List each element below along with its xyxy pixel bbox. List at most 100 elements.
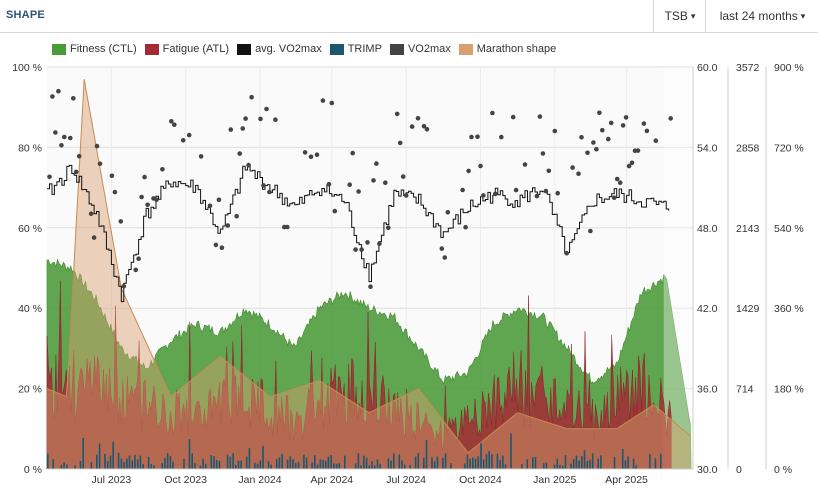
trimp-bar bbox=[218, 460, 221, 469]
vo2max-point bbox=[641, 121, 647, 126]
trimp-bar bbox=[324, 460, 327, 469]
trimp-bar bbox=[183, 458, 185, 469]
y-tick-label-trimp: 2143 bbox=[736, 223, 760, 235]
legend-swatch bbox=[52, 43, 66, 55]
trimp-bar bbox=[120, 458, 123, 469]
trimp-bar bbox=[472, 457, 474, 469]
vo2max-point bbox=[118, 219, 124, 224]
trimp-bar bbox=[66, 464, 68, 469]
shape-chart: 0 % 30.0 0 0 % 20 % 36.0 714 180 % 40 % 42.0 1429 3… bbox=[12, 62, 804, 486]
vo2max-point bbox=[160, 167, 165, 172]
trimp-bar bbox=[344, 455, 346, 469]
legend-label: avg. VO2max bbox=[255, 43, 322, 55]
y-tick-label-right: 540 % bbox=[774, 223, 804, 235]
vo2max-point bbox=[139, 194, 144, 200]
trimp-bar bbox=[303, 454, 305, 469]
vo2max-point bbox=[347, 182, 353, 187]
trimp-bar bbox=[240, 460, 242, 469]
trimp-bar bbox=[188, 439, 191, 469]
x-tick-label: Jul 2024 bbox=[386, 474, 426, 486]
trimp-bar bbox=[294, 463, 297, 469]
trimp-bar bbox=[575, 455, 578, 469]
trimp-bar bbox=[463, 463, 466, 469]
vo2max-point bbox=[460, 187, 465, 193]
chart-legend: Fitness (CTL) Fatigue (ATL) avg. VO2max … bbox=[52, 41, 564, 57]
legend-item-marathon-shape[interactable]: Marathon shape bbox=[458, 43, 556, 55]
legend-item-fitness[interactable]: Fitness (CTL) bbox=[52, 43, 137, 55]
trimp-bar bbox=[526, 459, 529, 469]
trimp-bar bbox=[559, 464, 561, 469]
trimp-bar bbox=[194, 462, 196, 469]
vo2max-point bbox=[564, 250, 569, 256]
vo2max-point bbox=[249, 94, 254, 100]
trimp-bar bbox=[534, 457, 537, 469]
metric-select[interactable]: TSB ▾ bbox=[653, 0, 706, 32]
trimp-bar bbox=[322, 459, 324, 469]
vo2max-point bbox=[59, 143, 64, 148]
trimp-bar bbox=[570, 463, 572, 469]
trimp-bar bbox=[442, 458, 444, 469]
trimp-bar bbox=[660, 453, 662, 469]
trimp-bar bbox=[256, 463, 259, 469]
vo2max-point bbox=[285, 224, 290, 230]
trimp-bar bbox=[98, 443, 101, 469]
legend-item-trimp[interactable]: TRIMP bbox=[329, 43, 382, 55]
fatigue-area bbox=[46, 281, 672, 470]
range-select[interactable]: last 24 months ▾ bbox=[705, 0, 818, 32]
trimp-bar bbox=[106, 461, 109, 469]
vo2max-point bbox=[463, 224, 468, 230]
vo2max-point bbox=[579, 135, 584, 140]
vo2max-point bbox=[97, 161, 103, 167]
trimp-bar bbox=[553, 464, 556, 469]
trimp-bar bbox=[52, 459, 54, 469]
x-tick-label: Jan 2025 bbox=[533, 474, 576, 486]
vo2max-point bbox=[68, 135, 73, 141]
trimp-bar bbox=[562, 465, 564, 469]
vo2max-point bbox=[121, 284, 127, 289]
y-tick-label-trimp: 1429 bbox=[736, 303, 760, 315]
vo2max-point bbox=[490, 110, 495, 116]
vo2max-point bbox=[608, 120, 614, 126]
trimp-bar bbox=[425, 440, 428, 469]
fitness-area bbox=[46, 258, 692, 470]
y-tick-label-trimp: 714 bbox=[736, 384, 754, 396]
legend-swatch bbox=[237, 43, 252, 55]
vo2max-point bbox=[368, 284, 373, 290]
trimp-bar bbox=[237, 460, 240, 469]
vo2max-point bbox=[145, 202, 150, 208]
trimp-bar bbox=[624, 460, 627, 469]
vo2max-point bbox=[332, 208, 338, 214]
trimp-bar bbox=[649, 454, 651, 469]
legend-item-fatigue[interactable]: Fatigue (ATL) bbox=[144, 43, 229, 55]
vo2max-point bbox=[499, 134, 504, 140]
vo2max-point bbox=[353, 247, 358, 252]
trimp-bar bbox=[90, 462, 93, 469]
trimp-bar bbox=[226, 454, 229, 469]
x-tick-label: Oct 2024 bbox=[459, 474, 502, 486]
vo2max-point bbox=[620, 123, 626, 128]
trimp-bar bbox=[147, 457, 150, 469]
chevron-down-icon: ▾ bbox=[800, 10, 806, 21]
trimp-bar bbox=[172, 461, 174, 469]
trimp-bar bbox=[613, 457, 616, 469]
vo2max-point bbox=[94, 143, 100, 149]
vo2max-point bbox=[600, 127, 605, 133]
trimp-bar bbox=[387, 458, 390, 469]
legend-swatch bbox=[389, 43, 404, 55]
legend-item-vo2max[interactable]: VO2max bbox=[389, 43, 451, 55]
trimp-bar bbox=[60, 464, 63, 469]
vo2max-point bbox=[403, 193, 409, 198]
trimp-bar bbox=[482, 459, 485, 469]
vo2max-point bbox=[53, 130, 58, 135]
vo2max-point bbox=[56, 88, 61, 94]
trimp-bar bbox=[597, 458, 599, 469]
vo2max-point bbox=[377, 241, 382, 247]
y-tick-label-left: 60 % bbox=[18, 223, 42, 235]
legend-item-avg-vo2max[interactable]: avg. VO2max bbox=[237, 43, 322, 55]
trimp-bar bbox=[305, 457, 308, 469]
vo2max-point bbox=[225, 223, 231, 228]
vo2max-point bbox=[585, 150, 590, 156]
trimp-bar bbox=[393, 453, 395, 469]
trimp-bar bbox=[431, 457, 433, 469]
trimp-bar bbox=[136, 459, 139, 469]
